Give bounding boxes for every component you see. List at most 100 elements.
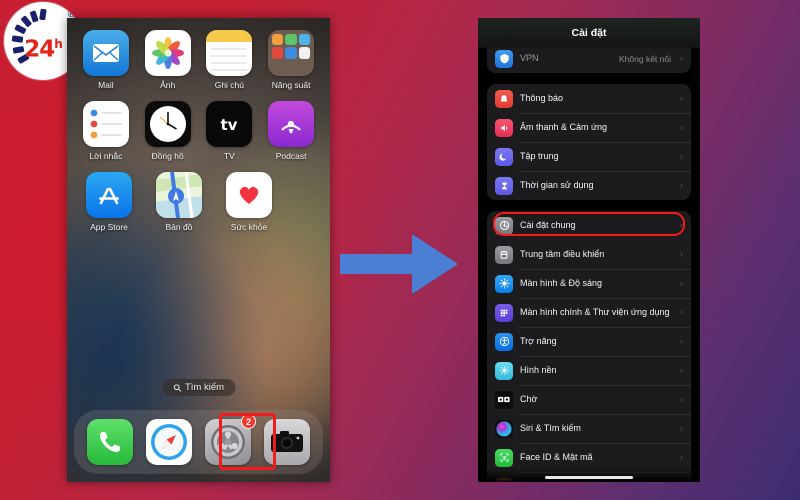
screenshot-stage: ® 24h Mail Ảnh Ghi chú Năng suất Lời nhắ… bbox=[0, 0, 800, 500]
notifications-icon bbox=[495, 89, 513, 108]
app-clock[interactable]: Đồng hồ bbox=[140, 101, 196, 161]
settings-header: Cài đặt bbox=[478, 18, 700, 48]
settings-row-value: Không kết nối bbox=[619, 53, 671, 64]
clock-icon bbox=[144, 101, 191, 147]
app-mail[interactable]: Mail bbox=[78, 30, 134, 90]
focus-icon bbox=[495, 147, 513, 166]
settings-row-label: Chờ bbox=[520, 393, 538, 404]
settings-row-general[interactable]: Cài đặt chung › bbox=[487, 211, 691, 240]
app-label: Sức khỏe bbox=[230, 222, 268, 232]
settings-row-label: Âm thanh & Cảm ứng bbox=[520, 121, 608, 132]
iphone-home-screen: Mail Ảnh Ghi chú Năng suất Lời nhắc Đồng… bbox=[67, 18, 330, 482]
app-label: Mail bbox=[98, 80, 114, 90]
chevron-right-icon: › bbox=[680, 249, 683, 259]
settings-row-siri[interactable]: Siri & Tìm kiếm › bbox=[487, 414, 691, 443]
accessibility-icon bbox=[495, 332, 513, 351]
search-icon bbox=[173, 383, 181, 392]
app-label: Bản đồ bbox=[165, 222, 193, 232]
app-label: Podcast bbox=[275, 151, 307, 161]
settings-row-label: Trợ năng bbox=[520, 335, 557, 346]
photos-icon bbox=[144, 30, 191, 76]
dock-item-camera[interactable] bbox=[264, 419, 311, 465]
settings-row-label: Hình nền bbox=[520, 364, 557, 375]
settings-row-sounds[interactable]: Âm thanh & Cảm ứng › bbox=[487, 113, 691, 142]
search-pill[interactable]: Tìm kiếm bbox=[161, 379, 236, 396]
app-label: Lời nhắc bbox=[89, 151, 123, 161]
settings-group-general: Cài đặt chung › Trung tâm điều khiển › M… bbox=[487, 211, 691, 482]
maps-icon bbox=[156, 172, 202, 218]
settings-row-faceid[interactable]: Face ID & Mật mã › bbox=[487, 443, 691, 472]
dock-item-safari[interactable] bbox=[145, 419, 192, 465]
settings-app-panel: VPN Không kết nối › Thông báo › Âm thanh… bbox=[478, 18, 700, 482]
search-pill-label: Tìm kiếm bbox=[184, 382, 225, 393]
settings-row-label: Face ID & Mật mã bbox=[520, 451, 593, 462]
folder-mini-icons bbox=[268, 30, 314, 76]
dock-item-settings[interactable]: 2 bbox=[205, 414, 257, 465]
control-center-icon bbox=[495, 245, 513, 264]
chevron-right-icon: › bbox=[680, 365, 683, 375]
app-row: Lời nhắc Đồng hồ tv TV Podcast bbox=[67, 101, 330, 161]
podcast-icon bbox=[268, 101, 315, 147]
app-reminders[interactable]: Lời nhắc bbox=[78, 101, 134, 161]
right-arrow bbox=[340, 234, 458, 294]
settings-row-wallpaper[interactable]: Hình nền › bbox=[487, 356, 691, 385]
chevron-right-icon: › bbox=[680, 336, 683, 346]
settings-row-label: Siri & Tìm kiếm bbox=[520, 422, 581, 433]
app-notes[interactable]: Ghi chú bbox=[201, 30, 257, 90]
settings-row-notifications[interactable]: Thông báo › bbox=[487, 84, 691, 113]
wallpaper-icon bbox=[495, 361, 513, 380]
phone-icon bbox=[86, 419, 133, 465]
folder-icon bbox=[268, 30, 315, 76]
chevron-right-icon: › bbox=[680, 53, 683, 63]
app-row: App Store Bản đồ Sức khỏe bbox=[67, 172, 330, 232]
settings-row-display-brightness[interactable]: Màn hình & Độ sáng › bbox=[487, 269, 691, 298]
tv-icon: tv bbox=[206, 101, 253, 147]
settings-row-label: Tập trung bbox=[520, 150, 559, 161]
appstore-icon bbox=[86, 172, 132, 218]
settings-row-label: Thời gian sử dụng bbox=[520, 179, 594, 190]
app-label: Đồng hồ bbox=[151, 151, 184, 161]
app-label: App Store bbox=[90, 222, 128, 232]
app-label: Ghi chú bbox=[214, 80, 245, 90]
settings-row-screentime[interactable]: Thời gian sử dụng › bbox=[487, 171, 691, 200]
app-grid: Mail Ảnh Ghi chú Năng suất Lời nhắc Đồng… bbox=[67, 30, 330, 243]
chevron-right-icon: › bbox=[680, 93, 683, 103]
settings-row-accessibility[interactable]: Trợ năng › bbox=[487, 327, 691, 356]
svg-text:tv: tv bbox=[221, 116, 238, 134]
general-gear-icon bbox=[495, 216, 513, 235]
mail-icon bbox=[82, 30, 129, 76]
settings-row-label: Màn hình & Độ sáng bbox=[520, 277, 603, 288]
settings-scroll-area[interactable]: VPN Không kết nối › Thông báo › Âm thanh… bbox=[478, 18, 700, 482]
siri-icon bbox=[495, 419, 513, 438]
chevron-right-icon: › bbox=[680, 278, 683, 288]
screentime-icon bbox=[495, 176, 513, 195]
notes-icon bbox=[206, 30, 253, 76]
settings-row-label: Thông báo bbox=[520, 92, 564, 103]
chevron-right-icon: › bbox=[680, 423, 683, 433]
settings-row-standby[interactable]: Chờ › bbox=[487, 385, 691, 414]
chevron-right-icon: › bbox=[680, 122, 683, 132]
app-photos[interactable]: Ảnh bbox=[140, 30, 196, 90]
dock: 2 bbox=[74, 410, 323, 474]
app-label: Ảnh bbox=[160, 80, 176, 90]
settings-row-vpn[interactable]: VPN Không kết nối › bbox=[487, 44, 691, 73]
app-maps[interactable]: Bản đồ bbox=[151, 172, 207, 232]
settings-row-home-screen[interactable]: Màn hình chính & Thư viện ứng dụng › bbox=[487, 298, 691, 327]
app-tv[interactable]: tv TV bbox=[201, 101, 257, 161]
app-appstore[interactable]: App Store bbox=[81, 172, 137, 232]
chevron-right-icon: › bbox=[680, 180, 683, 190]
app-folder-productivity[interactable]: Năng suất bbox=[263, 30, 319, 90]
app-health[interactable]: Sức khỏe bbox=[221, 172, 277, 232]
dock-item-phone[interactable] bbox=[86, 419, 133, 465]
settings-badge: 2 bbox=[241, 414, 257, 429]
health-icon bbox=[226, 172, 272, 218]
settings-row-control-center[interactable]: Trung tâm điều khiển › bbox=[487, 240, 691, 269]
chevron-right-icon: › bbox=[680, 220, 683, 230]
display-brightness-icon bbox=[495, 274, 513, 293]
app-podcast[interactable]: Podcast bbox=[263, 101, 319, 161]
settings-row-focus[interactable]: Tập trung › bbox=[487, 142, 691, 171]
home-indicator[interactable] bbox=[545, 476, 633, 479]
chevron-right-icon: › bbox=[680, 151, 683, 161]
standby-icon bbox=[495, 390, 513, 409]
chevron-right-icon: › bbox=[680, 394, 683, 404]
